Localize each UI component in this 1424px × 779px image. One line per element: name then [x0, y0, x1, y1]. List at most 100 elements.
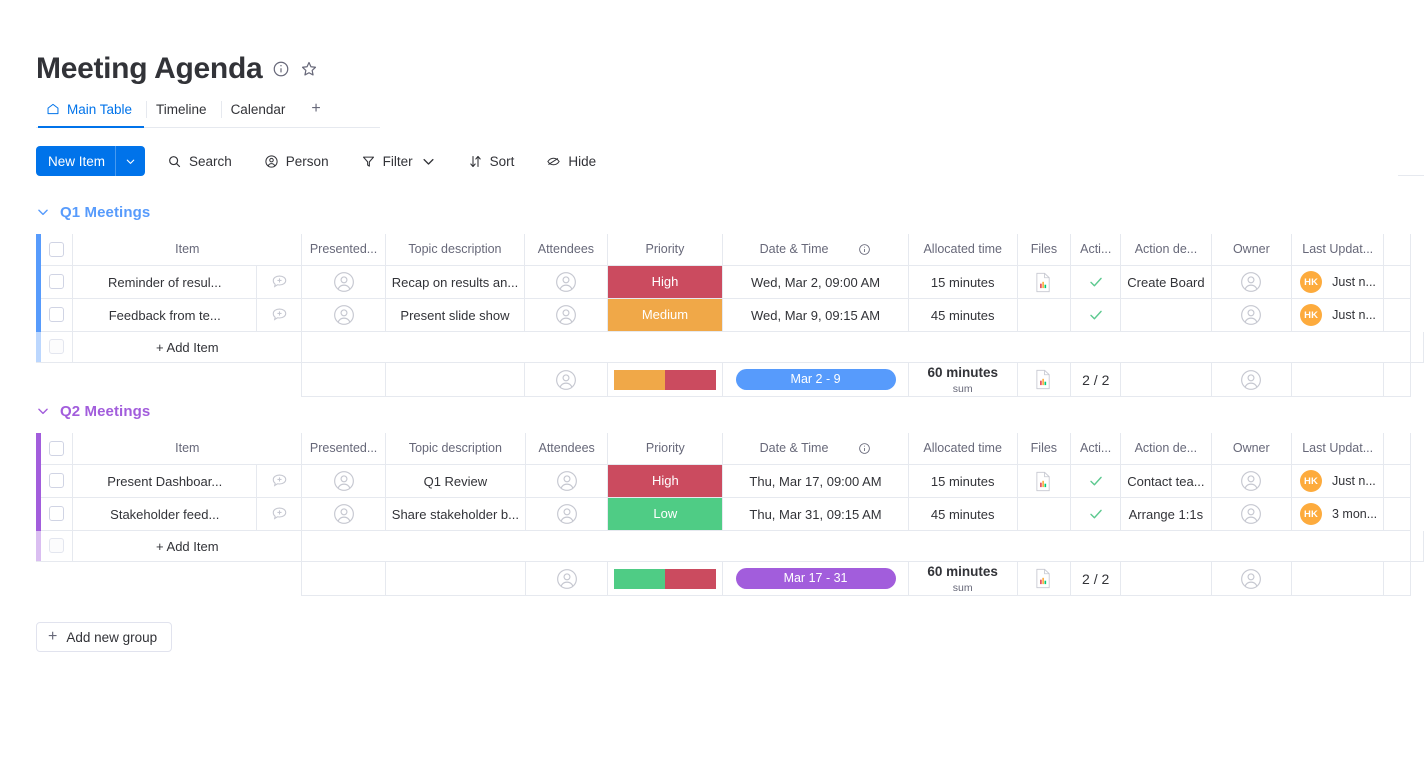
- table-row[interactable]: Reminder of resul...Recap on results an.…: [36, 266, 1424, 299]
- select-all-checkbox[interactable]: [49, 441, 64, 456]
- cell-topic-description[interactable]: Share stakeholder b...: [385, 498, 525, 531]
- cell-last-updated[interactable]: HKJust n...: [1292, 266, 1384, 299]
- select-all-cell[interactable]: [41, 433, 72, 465]
- cell-action-item[interactable]: [1071, 266, 1121, 299]
- conversation-icon[interactable]: [257, 299, 302, 332]
- table-row[interactable]: Present Dashboar...Q1 ReviewHighThu, Mar…: [36, 465, 1424, 498]
- column-header-presented-by[interactable]: Presented...: [302, 433, 385, 465]
- cell-files[interactable]: [1017, 266, 1071, 299]
- summary-priority[interactable]: [608, 562, 723, 596]
- column-header-item[interactable]: Item: [73, 433, 302, 465]
- column-header-attendees[interactable]: Attendees: [525, 234, 607, 266]
- row-checkbox[interactable]: [49, 473, 64, 488]
- cell-allocated-time[interactable]: 45 minutes: [908, 498, 1017, 531]
- table-row[interactable]: Feedback from te...Present slide showMed…: [36, 299, 1424, 332]
- column-header-allocated-time[interactable]: Allocated time: [908, 433, 1017, 465]
- cell-action-item[interactable]: [1071, 498, 1121, 531]
- cell-allocated-time[interactable]: 45 minutes: [908, 299, 1017, 332]
- summary-allocated-time[interactable]: 60 minutessum: [908, 562, 1017, 596]
- column-header-attendees[interactable]: Attendees: [525, 433, 607, 465]
- cell-action-description[interactable]: Create Board: [1121, 266, 1211, 299]
- row-select-cell[interactable]: [41, 299, 72, 332]
- tab-main-table[interactable]: Main Table: [36, 96, 146, 127]
- cell-allocated-time[interactable]: 15 minutes: [908, 266, 1017, 299]
- cell-attendees[interactable]: [525, 299, 607, 332]
- conversation-icon[interactable]: [257, 465, 302, 498]
- cell-action-item[interactable]: [1071, 465, 1121, 498]
- column-header-owner[interactable]: Owner: [1211, 433, 1291, 465]
- cell-owner[interactable]: [1211, 465, 1291, 498]
- column-header-last-updated[interactable]: Last Updat...: [1292, 433, 1384, 465]
- summary-files[interactable]: [1017, 562, 1071, 596]
- cell-files[interactable]: [1017, 299, 1071, 332]
- cell-action-description[interactable]: Contact tea...: [1121, 465, 1211, 498]
- add-new-group-button[interactable]: + Add new group: [36, 622, 172, 652]
- group-title[interactable]: Q1 Meetings: [60, 204, 150, 221]
- tab-calendar[interactable]: Calendar: [221, 96, 300, 127]
- select-all-checkbox[interactable]: [49, 242, 64, 257]
- cell-owner[interactable]: [1211, 266, 1292, 299]
- add-item-row[interactable]: + Add Item: [36, 531, 1424, 562]
- row-checkbox[interactable]: [49, 274, 64, 289]
- info-circle-icon[interactable]: [858, 442, 871, 455]
- cell-action-description[interactable]: [1121, 299, 1211, 332]
- cell-topic-description[interactable]: Recap on results an...: [385, 266, 524, 299]
- column-header-files[interactable]: Files: [1017, 433, 1071, 465]
- cell-presented-by[interactable]: [302, 498, 385, 531]
- cell-attendees[interactable]: [525, 266, 607, 299]
- column-header-action-description[interactable]: Action de...: [1121, 234, 1211, 266]
- column-header-date-time[interactable]: Date & Time: [723, 433, 908, 465]
- column-header-action-items[interactable]: Acti...: [1071, 234, 1121, 266]
- row-select-cell[interactable]: [41, 465, 72, 498]
- cell-date-time[interactable]: Thu, Mar 31, 09:15 AM: [723, 498, 908, 531]
- column-header-priority[interactable]: Priority: [607, 234, 723, 266]
- cell-owner[interactable]: [1211, 299, 1292, 332]
- new-item-button[interactable]: New Item: [36, 146, 145, 176]
- add-view-button[interactable]: +: [299, 96, 332, 127]
- cell-date-time[interactable]: Wed, Mar 9, 09:15 AM: [723, 299, 908, 332]
- summary-date-range[interactable]: Mar 2 - 9: [723, 363, 908, 397]
- column-header-files[interactable]: Files: [1017, 234, 1071, 266]
- column-header-allocated-time[interactable]: Allocated time: [908, 234, 1017, 266]
- filter-button[interactable]: Filter: [351, 146, 446, 176]
- cell-action-item[interactable]: [1071, 299, 1121, 332]
- row-checkbox[interactable]: [49, 538, 64, 553]
- column-header-action-items[interactable]: Acti...: [1071, 433, 1121, 465]
- add-item-row[interactable]: + Add Item: [36, 332, 1424, 363]
- cell-allocated-time[interactable]: 15 minutes: [908, 465, 1017, 498]
- cell-last-updated[interactable]: HKJust n...: [1292, 299, 1384, 332]
- column-header-date-time[interactable]: Date & Time: [723, 234, 908, 266]
- cell-topic-description[interactable]: Q1 Review: [385, 465, 525, 498]
- cell-attendees[interactable]: [525, 465, 607, 498]
- cell-files[interactable]: [1017, 465, 1071, 498]
- column-header-topic-description[interactable]: Topic description: [385, 234, 524, 266]
- conversation-icon[interactable]: [257, 498, 302, 531]
- cell-item[interactable]: Feedback from te...: [73, 299, 257, 332]
- conversation-icon[interactable]: [257, 266, 302, 299]
- cell-last-updated[interactable]: HK3 mon...: [1292, 498, 1384, 531]
- row-checkbox[interactable]: [49, 339, 64, 354]
- select-all-cell[interactable]: [41, 234, 72, 266]
- summary-allocated-time[interactable]: 60 minutessum: [908, 363, 1017, 397]
- row-select-cell[interactable]: [41, 266, 72, 299]
- add-item-button[interactable]: + Add Item: [73, 531, 302, 562]
- cell-action-description[interactable]: Arrange 1:1s: [1121, 498, 1211, 531]
- column-header-presented-by[interactable]: Presented...: [302, 234, 385, 266]
- column-header-last-updated[interactable]: Last Updat...: [1292, 234, 1384, 266]
- cell-topic-description[interactable]: Present slide show: [385, 299, 524, 332]
- hide-button[interactable]: Hide: [536, 146, 606, 176]
- column-header-owner[interactable]: Owner: [1211, 234, 1292, 266]
- sort-button[interactable]: Sort: [458, 146, 525, 176]
- summary-priority[interactable]: [607, 363, 723, 397]
- table-row[interactable]: Stakeholder feed...Share stakeholder b..…: [36, 498, 1424, 531]
- cell-presented-by[interactable]: [302, 266, 385, 299]
- person-button[interactable]: Person: [254, 146, 339, 176]
- cell-last-updated[interactable]: HKJust n...: [1292, 465, 1384, 498]
- cell-date-time[interactable]: Thu, Mar 17, 09:00 AM: [723, 465, 908, 498]
- cell-presented-by[interactable]: [302, 465, 385, 498]
- summary-date-range[interactable]: Mar 17 - 31: [723, 562, 908, 596]
- cell-priority[interactable]: High: [607, 266, 723, 299]
- column-header-topic-description[interactable]: Topic description: [385, 433, 525, 465]
- cell-presented-by[interactable]: [302, 299, 385, 332]
- cell-priority[interactable]: High: [608, 465, 723, 498]
